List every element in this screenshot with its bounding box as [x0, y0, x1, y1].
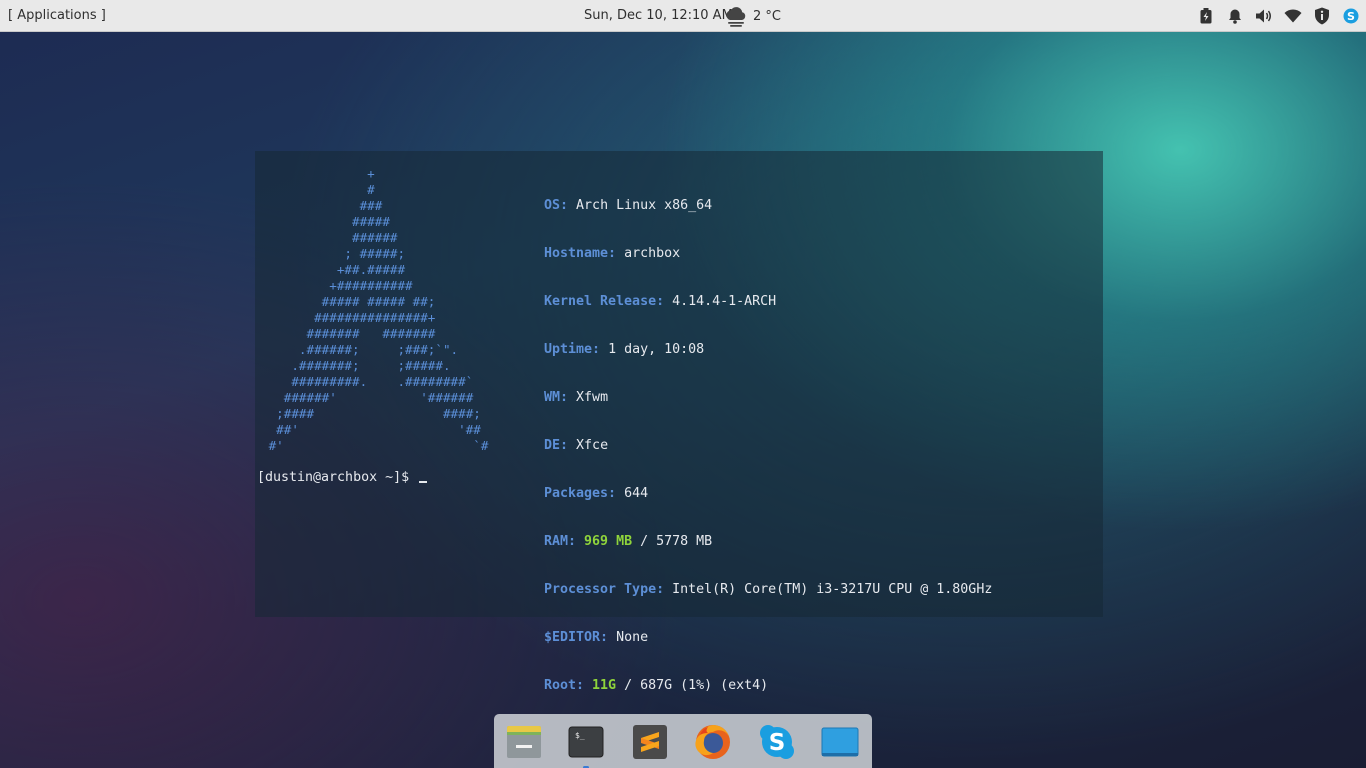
info-line-processor: Processor Type: Intel(R) Core(TM) i3-321…	[544, 582, 993, 597]
svg-text:S: S	[1347, 10, 1355, 23]
info-line-packages: Packages: 644	[544, 486, 649, 501]
weather-widget[interactable]: 2 °C	[724, 4, 781, 28]
info-line-ram: RAM: 969 MB / 5778 MB	[544, 534, 713, 549]
info-line-root: Root: 11G / 687G (1%) (ext4)	[544, 678, 769, 693]
svg-text:S: S	[769, 730, 786, 756]
sublime-text-icon	[633, 725, 667, 759]
desktop-icon	[821, 727, 859, 757]
top-panel: [ Applications ] Sun, Dec 10, 12:10 AM 2…	[0, 0, 1366, 32]
file-manager-icon	[507, 726, 541, 758]
terminal-window[interactable]: + # ### ##### ###### ; #####; +##.##### …	[255, 151, 1103, 693]
firefox-icon	[695, 725, 731, 759]
applications-menu-button[interactable]: [ Applications ]	[8, 8, 106, 23]
dock-item-desktop[interactable]	[820, 722, 860, 762]
info-line-editor: $EDITOR: None	[544, 630, 649, 645]
info-line-kernel: Kernel Release: 4.14.4-1-ARCH	[544, 294, 777, 309]
wifi-icon[interactable]	[1284, 7, 1302, 25]
text-cursor	[419, 481, 428, 483]
dock-item-sublime-text[interactable]	[630, 722, 670, 762]
volume-icon[interactable]	[1255, 7, 1273, 25]
info-line-os: OS: Arch Linux x86_64	[544, 198, 713, 213]
battery-icon[interactable]	[1197, 7, 1215, 25]
prompt-text: [dustin@archbox ~]$	[257, 470, 410, 485]
dock: $_ S	[494, 714, 872, 768]
dock-item-skype[interactable]: S	[757, 722, 797, 762]
info-line-de: DE: Xfce	[544, 438, 609, 453]
system-info: OS: Arch Linux x86_64 Hostname: archbox …	[544, 166, 992, 726]
updates-shield-icon[interactable]	[1313, 7, 1331, 25]
svg-text:$_: $_	[575, 731, 585, 740]
clock[interactable]: Sun, Dec 10, 12:10 AM	[584, 8, 733, 23]
skype-icon: S	[760, 725, 794, 759]
terminal-icon: $_	[568, 726, 604, 758]
dock-item-terminal[interactable]: $_	[566, 722, 606, 768]
arch-linux-ascii-logo: + # ### ##### ###### ; #####; +##.##### …	[268, 166, 489, 453]
skype-tray-icon[interactable]: S	[1342, 7, 1360, 25]
shell-prompt[interactable]: [dustin@archbox ~]$	[257, 470, 428, 486]
dock-item-firefox[interactable]	[693, 722, 733, 762]
system-tray: S	[1186, 0, 1360, 32]
dock-item-file-manager[interactable]	[504, 722, 544, 762]
notification-bell-icon[interactable]	[1226, 7, 1244, 25]
info-line-hostname: Hostname: archbox	[544, 246, 681, 261]
info-line-wm: WM: Xfwm	[544, 390, 609, 405]
info-line-uptime: Uptime: 1 day, 10:08	[544, 342, 705, 357]
cloud-icon	[726, 7, 746, 27]
weather-temperature: 2 °C	[753, 8, 781, 24]
